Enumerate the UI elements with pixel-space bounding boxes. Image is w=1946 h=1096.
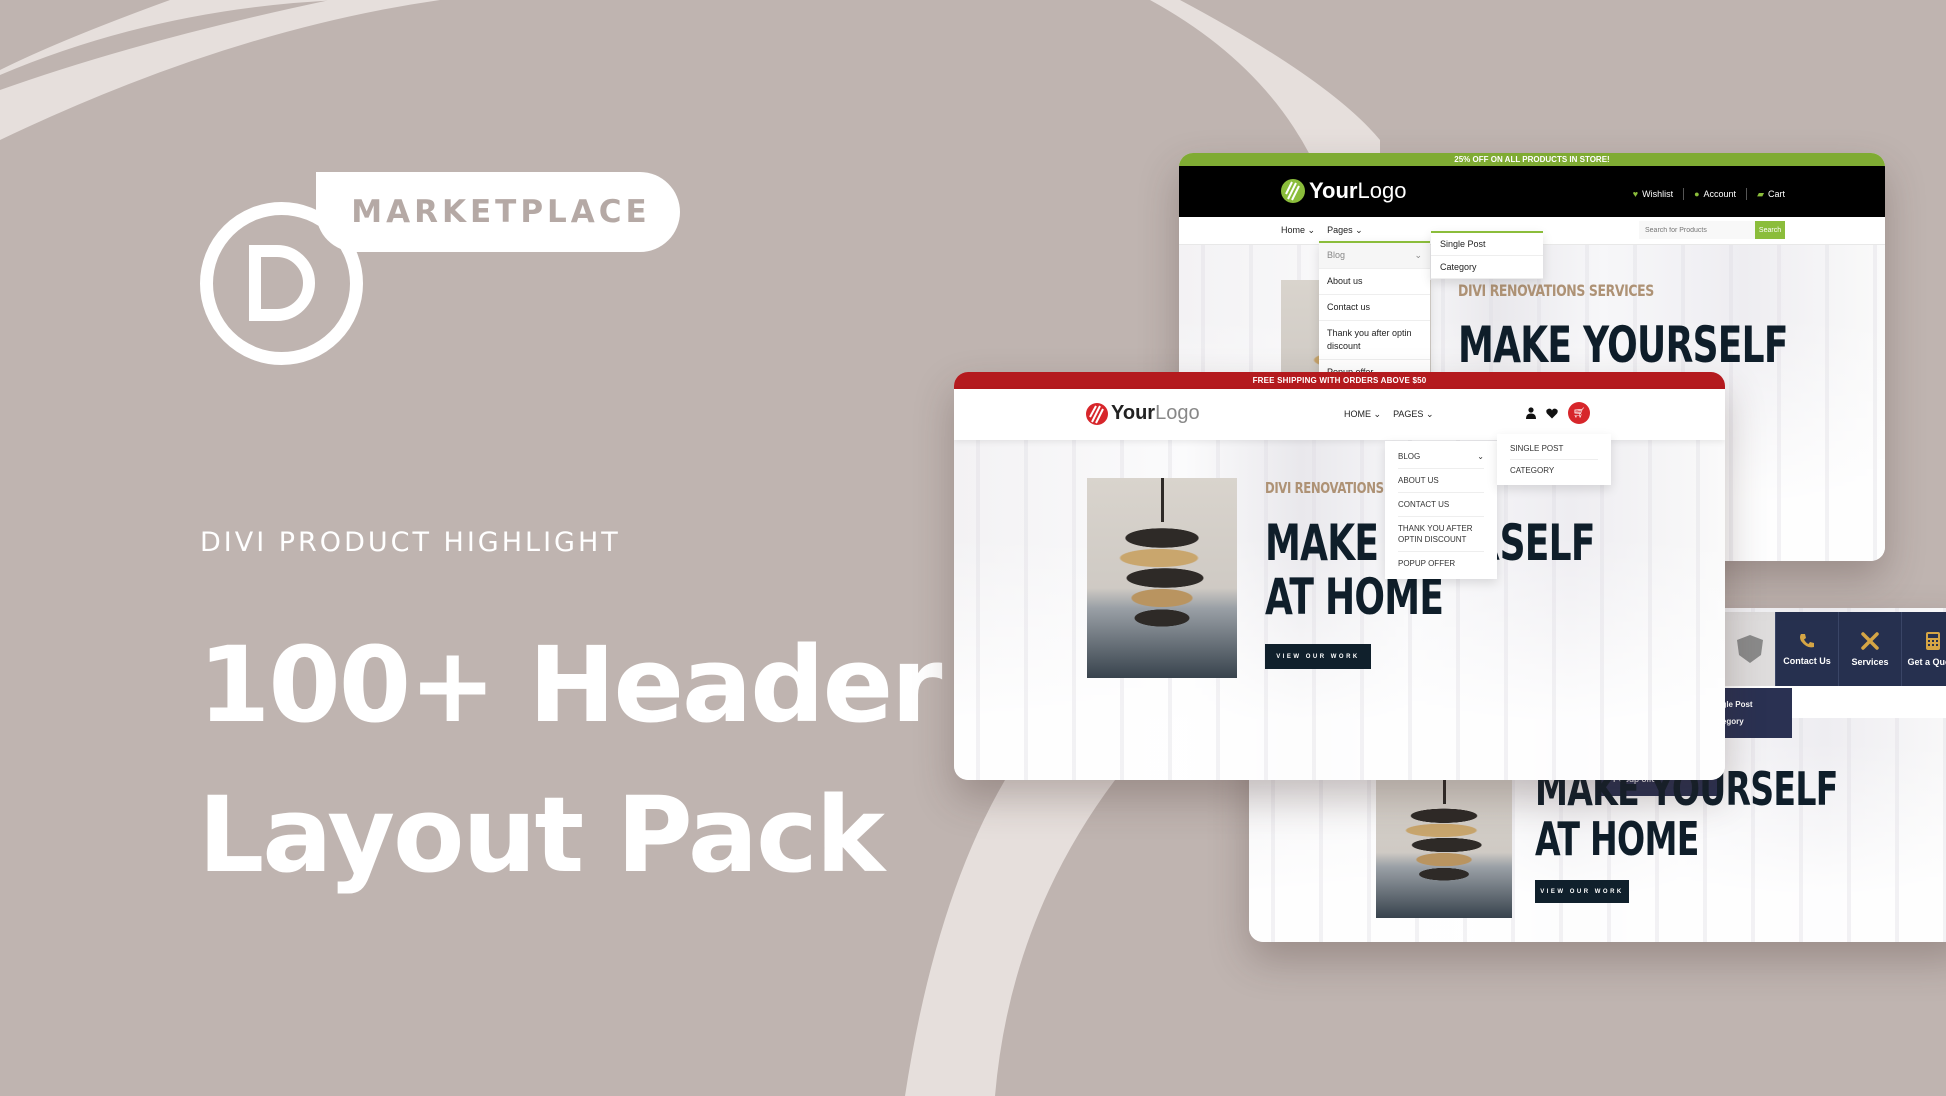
account-link[interactable]: ● Account <box>1694 189 1736 199</box>
nav-label: PAGES <box>1393 409 1424 419</box>
nav-item-pages[interactable]: Pages ⌄ <box>1327 225 1363 236</box>
title-line-1: 100+ Header <box>198 624 942 746</box>
blog-submenu: Single Post Category <box>1431 231 1543 279</box>
product-search: Search <box>1639 221 1785 239</box>
shield-logo-icon <box>1725 612 1775 686</box>
tools-icon <box>1861 632 1879 650</box>
blog-submenu: SINGLE POST CATEGORY <box>1497 434 1611 485</box>
logo-text-bold: Your <box>1111 402 1156 424</box>
phone-icon <box>1800 634 1814 648</box>
view-our-work-button[interactable]: VIEW OUR WORK <box>1265 644 1371 669</box>
menu-item-thank-you[interactable]: Thank you after optin discount <box>1319 321 1430 360</box>
view-our-work-button[interactable]: VIEW OUR WORK <box>1535 880 1629 903</box>
chandelier-photo <box>1376 772 1512 918</box>
nav-item-home[interactable]: Home ⌄ <box>1281 225 1315 236</box>
cart-label: Cart <box>1767 188 1785 199</box>
wishlist-label: Wishlist <box>1642 189 1674 199</box>
pages-dropdown: Blog ⌄ About us Contact us Thank you afte… <box>1319 241 1430 386</box>
announcement-bar: FREE SHIPPING WITH ORDERS ABOVE $50 <box>954 372 1725 389</box>
submenu-item-category[interactable]: Category <box>1431 256 1543 279</box>
cart-link[interactable]: ▰ Cart <box>1757 189 1785 200</box>
site-logo[interactable]: YourLogo <box>1086 402 1200 425</box>
page-title: 100+ Header Layout Pack <box>198 610 942 910</box>
marketplace-badge: MARKETPLACE <box>316 172 680 252</box>
chevron-down-icon: ⌄ <box>1425 409 1434 419</box>
menu-item-thank-you[interactable]: THANK YOU AFTER OPTIN DISCOUNT <box>1398 517 1484 552</box>
nav-item-pages[interactable]: PAGES ⌄ <box>1393 409 1433 420</box>
logo-mark-icon <box>1086 402 1108 425</box>
hero-eyebrow: DIVI RENOVATIONS SERVICES <box>1458 281 1654 300</box>
nav-label: HOME <box>1344 409 1371 419</box>
headline-line-2: AT HOME <box>1535 812 1699 866</box>
main-nav: HOME ⌄ PAGES ⌄ <box>1344 409 1433 420</box>
header-preview-red: DIVI RENOVATIONS SERVICES MAKE YOURSELF … <box>954 372 1725 780</box>
menu-item-popup-offer[interactable]: POPUP OFFER <box>1398 552 1484 575</box>
menu-item-blog[interactable]: BLOG ⌄ <box>1398 445 1484 469</box>
utility-links: ♥ Wishlist ● Account ▰ Cart <box>1633 188 1785 200</box>
marketplace-label: MARKETPLACE <box>351 194 651 230</box>
icon-nav-label: Get a Quote <box>1907 657 1946 667</box>
search-button[interactable]: Search <box>1755 221 1785 239</box>
logo-text-light: Logo <box>1155 402 1200 424</box>
icon-nav-bar: Contact Us Services Get a Quote <box>1725 612 1946 686</box>
chevron-down-icon: ⌄ <box>1307 225 1316 235</box>
logo-mark-icon <box>1281 179 1305 203</box>
main-nav: Home ⌄ Pages ⌄ <box>1281 225 1363 236</box>
account-label: Account <box>1703 189 1737 199</box>
user-icon: ● <box>1694 189 1700 199</box>
search-input[interactable] <box>1639 221 1755 239</box>
menu-item-about[interactable]: ABOUT US <box>1398 469 1484 493</box>
chevron-down-icon: ⌄ <box>1414 250 1422 260</box>
user-icon[interactable] <box>1526 407 1536 419</box>
menu-item-about[interactable]: About us <box>1319 269 1430 295</box>
cart-icon: 🛒︎ <box>1572 407 1586 419</box>
chevron-down-icon: ⌄ <box>1373 409 1382 419</box>
heart-icon: ♥ <box>1632 189 1639 199</box>
menu-item-blog[interactable]: Blog ⌄ <box>1319 243 1430 269</box>
nav-label: Pages <box>1327 225 1353 235</box>
submenu-item-single-post[interactable]: Single Post <box>1431 233 1543 256</box>
icon-nav-label: Services <box>1851 657 1889 667</box>
hero-headline: MAKE YOURSELF <box>1458 316 1788 374</box>
announcement-bar: 25% OFF ON ALL PRODUCTS IN STORE! <box>1179 153 1885 166</box>
menu-label: Blog <box>1327 250 1346 260</box>
chandelier-photo <box>1087 478 1237 678</box>
site-logo[interactable]: YourLogo <box>1281 178 1406 204</box>
calculator-icon <box>1926 632 1940 650</box>
heart-icon[interactable] <box>1546 408 1558 419</box>
wishlist-link[interactable]: ♥ Wishlist <box>1633 189 1673 199</box>
product-highlight-eyebrow: DIVI PRODUCT HIGHLIGHT <box>200 527 621 558</box>
icon-nav-services[interactable]: Services <box>1838 612 1901 686</box>
icon-nav-quote[interactable]: Get a Quote <box>1901 612 1946 686</box>
menu-item-contact[interactable]: Contact us <box>1319 295 1430 321</box>
logo-text-bold: Your <box>1309 178 1358 203</box>
pages-dropdown: BLOG ⌄ ABOUT US CONTACT US THANK YOU AFTE… <box>1385 441 1497 579</box>
submenu-item-category[interactable]: CATEGORY <box>1510 460 1598 481</box>
icon-nav-contact[interactable]: Contact Us <box>1775 612 1838 686</box>
logo-text-light: Logo <box>1357 178 1407 203</box>
chevron-down-icon: ⌄ <box>1355 225 1363 235</box>
icon-nav-label: Contact Us <box>1783 656 1831 666</box>
title-line-2: Layout Pack <box>198 774 885 896</box>
nav-item-home[interactable]: HOME ⌄ <box>1344 409 1381 420</box>
menu-item-contact[interactable]: CONTACT US <box>1398 493 1484 517</box>
menu-label: BLOG <box>1398 452 1421 461</box>
nav-label: Home <box>1281 225 1306 235</box>
cart-icon: ▰ <box>1757 188 1764 199</box>
cart-button[interactable]: 🛒︎ <box>1568 402 1590 424</box>
submenu-item-single-post[interactable]: SINGLE POST <box>1510 438 1598 460</box>
chevron-down-icon: ⌄ <box>1477 452 1484 461</box>
header-icons: 🛒︎ <box>1526 402 1590 424</box>
